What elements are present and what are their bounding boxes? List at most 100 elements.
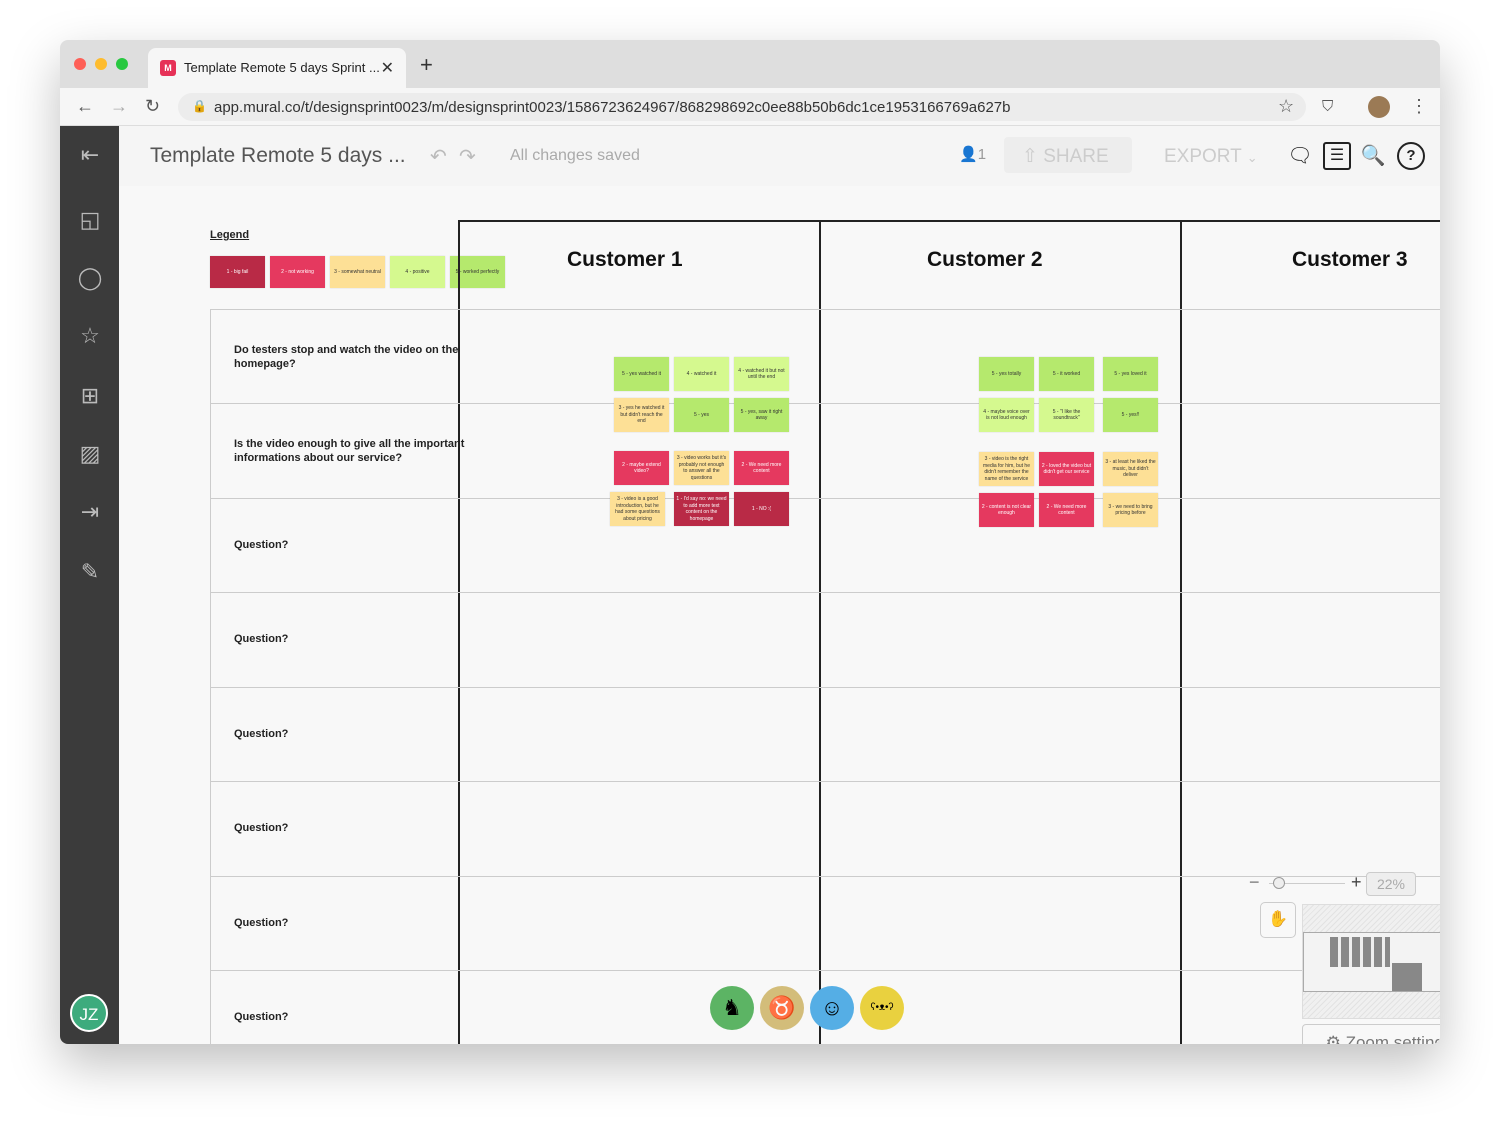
online-users[interactable]: 👤1: [959, 145, 986, 163]
address-bar-row: ← → ↻ 🔒 app.mural.co/t/designsprint0023/m…: [60, 88, 1440, 126]
pocket-icon[interactable]: ⛉: [1322, 98, 1333, 115]
sticky-note[interactable]: 5 - yes!!: [1103, 398, 1158, 432]
zoom-settings-button[interactable]: ⚙ Zoom settings: [1302, 1024, 1440, 1044]
row-divider: [210, 592, 1440, 593]
question-label[interactable]: Question?: [234, 632, 484, 646]
top-toolbar: Template Remote 5 days ... ↶ ↷ All chang…: [119, 126, 1440, 186]
sticky-note[interactable]: 2 - maybe extend video?: [614, 451, 669, 485]
sticky-note[interactable]: 5 - "I like the soundtrack": [1039, 398, 1094, 432]
column-divider: [819, 220, 821, 1044]
lock-icon: 🔒: [192, 99, 207, 113]
profile-avatar[interactable]: [1368, 96, 1390, 118]
undo-icon[interactable]: ↶: [430, 144, 447, 169]
new-tab-button[interactable]: +: [420, 52, 433, 78]
url-text: app.mural.co/t/designsprint0023/m/design…: [214, 99, 1011, 116]
zoom-in-button[interactable]: +: [1351, 872, 1362, 893]
sticky-note[interactable]: 1 - I'd say no: we need to add more text…: [674, 492, 729, 526]
bookmark-star-icon[interactable]: ☆: [1278, 96, 1294, 117]
legend-item[interactable]: 3 - somewhat neutral: [330, 256, 385, 288]
exit-icon[interactable]: ⇤: [76, 141, 104, 169]
legend-item[interactable]: 2 - not working: [270, 256, 325, 288]
sticky-note[interactable]: 3 - we need to bring pricing before: [1103, 493, 1158, 527]
share-button[interactable]: ⇧ SHARE: [1004, 137, 1132, 173]
sticky-note[interactable]: 5 - yes, saw it right away: [734, 398, 789, 432]
browser-tab[interactable]: M Template Remote 5 days Sprint ... ✕: [148, 48, 406, 88]
row-divider: [210, 498, 1440, 499]
close-tab-icon[interactable]: ✕: [381, 58, 394, 78]
sticky-note[interactable]: 2 - content is not clear enough: [979, 493, 1034, 527]
reload-icon[interactable]: ↻: [145, 96, 160, 117]
help-icon[interactable]: ?: [1397, 142, 1425, 170]
question-label[interactable]: Question?: [234, 538, 484, 552]
browser-menu-icon[interactable]: ⋮: [1410, 96, 1428, 117]
minimap[interactable]: [1302, 904, 1440, 1019]
redo-icon[interactable]: ↷: [459, 144, 476, 169]
sticky-note[interactable]: 5 - yes totally: [979, 357, 1034, 391]
seahorse-avatar-icon[interactable]: ♞: [710, 986, 754, 1030]
question-label[interactable]: Question?: [234, 727, 484, 741]
sticky-note[interactable]: 4 - maybe voice over is not loud enough: [979, 398, 1034, 432]
close-window-button[interactable]: [74, 58, 86, 70]
sticky-note-icon[interactable]: ◱: [76, 206, 104, 234]
row-divider: [210, 781, 1440, 782]
save-status: All changes saved: [510, 147, 640, 164]
maximize-window-button[interactable]: [116, 58, 128, 70]
pencil-icon[interactable]: ✎: [76, 558, 104, 586]
tab-title: Template Remote 5 days Sprint ...: [184, 60, 380, 75]
legend-item[interactable]: 1 - big fail: [210, 256, 265, 288]
pan-hand-icon[interactable]: ✋: [1260, 902, 1296, 938]
zoom-level[interactable]: 22%: [1366, 872, 1416, 896]
outline-list-icon[interactable]: ☰: [1323, 142, 1351, 170]
sticky-note[interactable]: 3 - yes he watched it but didn't reach t…: [614, 398, 669, 432]
sticky-note[interactable]: 2 - loved the video but didn't get our s…: [1039, 452, 1094, 486]
sticky-note[interactable]: 3 - at least he liked the music, but did…: [1103, 452, 1158, 486]
question-label[interactable]: Is the video enough to give all the impo…: [234, 437, 484, 465]
search-icon[interactable]: 🔍: [1359, 142, 1387, 170]
sticky-note[interactable]: 5 - yes loved it: [1103, 357, 1158, 391]
sticky-note[interactable]: 2 - We need more content: [1039, 493, 1094, 527]
giraffe-avatar-icon[interactable]: ♉: [760, 986, 804, 1030]
minimize-window-button[interactable]: [95, 58, 107, 70]
frameworks-icon[interactable]: ⊞: [76, 382, 104, 410]
sticky-note[interactable]: 1 - NO :(: [734, 492, 789, 526]
sticky-note[interactable]: 3 - video is the right media for him, bu…: [979, 452, 1034, 486]
back-icon[interactable]: ←: [76, 96, 94, 117]
user-icon: 👤: [959, 146, 978, 163]
image-icon[interactable]: ▨: [76, 440, 104, 468]
browser-window: M Template Remote 5 days Sprint ... ✕ + …: [60, 40, 1440, 1044]
url-input[interactable]: 🔒 app.mural.co/t/designsprint0023/m/desig…: [178, 93, 1306, 121]
sticky-note[interactable]: 3 - video works but it's probably not en…: [674, 451, 729, 485]
user-avatar[interactable]: JZ: [70, 994, 108, 1032]
star-icon[interactable]: ☆: [76, 322, 104, 350]
gear-icon: ⚙: [1325, 1033, 1346, 1044]
legend-item[interactable]: 4 - positive: [390, 256, 445, 288]
sticky-note[interactable]: 4 - watched it but not until the end: [734, 357, 789, 391]
sticky-note[interactable]: 4 - watched it: [674, 357, 729, 391]
sticky-note[interactable]: 5 - yes: [674, 398, 729, 432]
question-label[interactable]: Question?: [234, 1010, 484, 1024]
export-button[interactable]: EXPORT ⌄: [1164, 146, 1258, 168]
mural-title[interactable]: Template Remote 5 days ...: [150, 144, 406, 168]
table-left-border: [210, 309, 211, 1044]
forward-icon[interactable]: →: [110, 96, 128, 117]
column-header-customer-1: Customer 1: [567, 248, 683, 271]
bear-avatar-icon[interactable]: ʕ•ᴥ•ʔ: [860, 986, 904, 1030]
question-label[interactable]: Question?: [234, 916, 484, 930]
minimap-content: [1303, 932, 1440, 992]
sticky-note[interactable]: 5 - yes watched it: [614, 357, 669, 391]
sheep-avatar-icon[interactable]: ☺: [810, 986, 854, 1030]
mural-canvas[interactable]: Legend 1 - big fail 2 - not working 3 - so…: [119, 186, 1440, 1044]
comment-icon[interactable]: 🗨: [1286, 142, 1314, 170]
sticky-note[interactable]: 3 - video is a good introduction, but he…: [610, 492, 665, 526]
row-divider: [210, 970, 1440, 971]
question-label[interactable]: Do testers stop and watch the video on t…: [234, 343, 484, 371]
zoom-slider-handle[interactable]: [1273, 877, 1285, 889]
zoom-settings-label: Zoom settings: [1345, 1033, 1440, 1044]
column-divider: [1180, 220, 1182, 1044]
sticky-note[interactable]: 2 - We need more content: [734, 451, 789, 485]
question-label[interactable]: Question?: [234, 821, 484, 835]
zoom-out-button[interactable]: −: [1249, 872, 1260, 893]
shapes-icon[interactable]: ◯: [76, 264, 104, 292]
import-icon[interactable]: ⇥: [76, 498, 104, 526]
sticky-note[interactable]: 5 - it worked: [1039, 357, 1094, 391]
